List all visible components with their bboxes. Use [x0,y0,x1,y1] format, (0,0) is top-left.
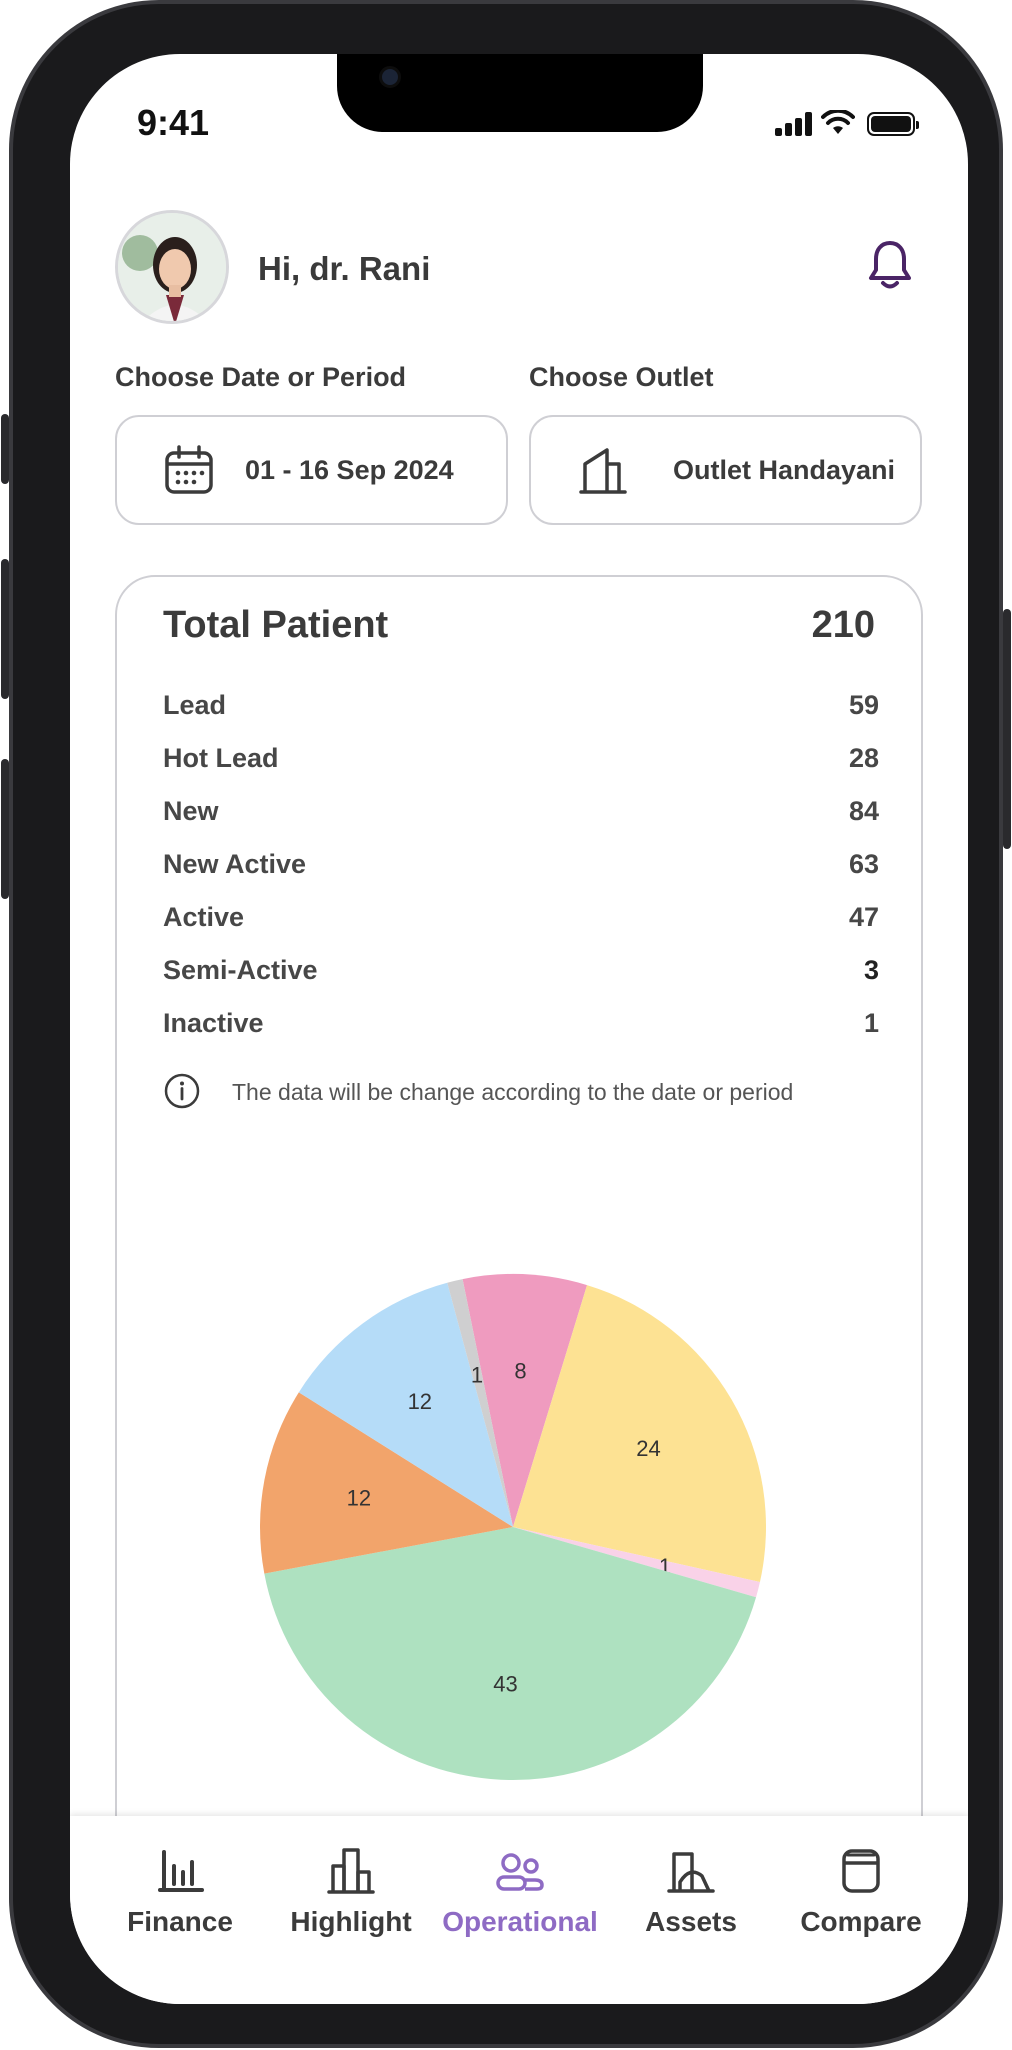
date-picker[interactable]: 01 - 16 Sep 2024 [115,415,508,525]
battery-icon [867,112,919,136]
nav-highlight[interactable]: Highlight [266,1846,436,1938]
patient-pie-chart: 82414312121 [260,1274,766,1781]
compare-icon [842,1849,880,1893]
volume-down-button [1,759,9,899]
nav-label: Highlight [290,1906,412,1937]
nav-assets[interactable]: Assets [606,1846,776,1938]
mute-switch [1,414,9,484]
wifi-icon [821,110,855,134]
nav-label: Operational [442,1906,598,1937]
greeting: Hi, dr. Rani [258,250,431,287]
front-camera [379,66,401,88]
buildings-icon [327,1848,375,1894]
power-button [1003,609,1011,849]
status-time: 9:41 [137,102,210,143]
bell-icon[interactable] [867,239,913,291]
outlet-label: Choose Outlet [529,362,714,392]
nav-operational[interactable]: Operational [435,1846,605,1938]
nav-label: Finance [127,1906,233,1937]
total-patient-card: Total Patient 210 Lead 59 Hot Lead 28 New 8… [115,575,923,2004]
nav-compare[interactable]: Compare [776,1846,946,1938]
signal-icon [775,112,813,136]
pie-slice-label: 12 [347,1486,371,1511]
nav-label: Assets [645,1906,737,1937]
date-label: Choose Date or Period [115,362,407,392]
outlet-value: Outlet Handayani [673,454,896,485]
volume-up-button [1,559,9,699]
date-value: 01 - 16 Sep 2024 [245,454,454,485]
nav-label: Compare [800,1906,922,1937]
asset-icon [667,1852,715,1893]
nav-finance[interactable]: Finance [95,1846,265,1938]
phone-frame: 9:41 Hi, dr. Rani Choose Date or Period … [1,0,1011,2048]
pie-slice-label: 8 [514,1358,526,1383]
users-icon [496,1853,544,1891]
pie-slice-label: 24 [636,1436,660,1461]
outlet-icon [579,448,627,494]
pie-slice-label: 43 [493,1672,517,1697]
avatar[interactable] [115,210,229,324]
bar-chart-icon [158,1850,204,1892]
calendar-icon [165,445,213,494]
bottom-nav: Finance Highlight Operational Assets Com… [70,1816,968,2004]
pie-slice-label: 12 [408,1389,432,1414]
pie-slice-label: 1 [471,1362,483,1387]
notch [337,54,703,132]
outlet-picker[interactable]: Outlet Handayani [529,415,922,525]
screen: 9:41 Hi, dr. Rani Choose Date or Period … [70,54,968,2004]
